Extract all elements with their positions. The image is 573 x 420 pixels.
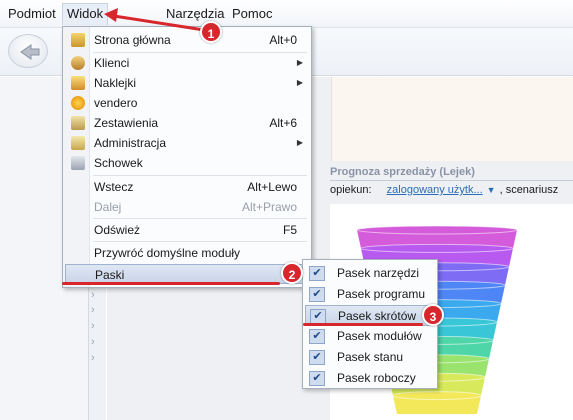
menu-item-zestawienia[interactable]: Zestawienia Alt+6 [65, 113, 309, 133]
menu-item-label: Zestawienia [94, 116, 159, 130]
menu-separator [93, 218, 307, 219]
menu-item-shortcut: F5 [282, 223, 297, 237]
back-arrow-icon[interactable] [8, 34, 48, 68]
menu-item-shortcut: Alt+Lewo [247, 180, 297, 194]
menu-item-label: Naklejki [94, 76, 137, 90]
filter-tail: , scenariusz [499, 184, 559, 196]
stickers-icon [71, 76, 85, 90]
chevron-down-icon[interactable]: ▼ [487, 185, 496, 195]
menu-item-naklejki[interactable]: Naklejki ▶ [65, 73, 309, 93]
menu-item-label: Schowek [94, 156, 143, 170]
menu-item-klienci[interactable]: Klienci ▶ [65, 53, 309, 73]
menu-item-label: vendero [94, 96, 138, 110]
checkmark-icon: ✔ [309, 350, 325, 365]
menu-separator [93, 241, 307, 242]
funnel-stage-rim [356, 225, 518, 235]
home-icon [71, 33, 85, 47]
menu-item-dalej[interactable]: Dalej Alt+Prawo [65, 197, 309, 217]
submenu-item-label: Pasek roboczy [337, 371, 416, 385]
top-panel [331, 77, 573, 161]
submenu-item-pasek-stanu[interactable]: ✔ Pasek stanu [305, 347, 435, 368]
owner-filter-link[interactable]: zalogowany użytk... [387, 184, 483, 196]
annotation-arrow [104, 8, 205, 32]
panel-title: Prognoza sprzedaży (Lejek) [330, 166, 475, 178]
vendero-icon [71, 96, 85, 110]
highlight-underline [62, 282, 280, 285]
reports-icon [71, 116, 85, 130]
submenu-item-pasek-roboczy[interactable]: ✔ Pasek roboczy [305, 368, 435, 389]
checkmark-icon: ✔ [309, 371, 325, 386]
menu-item-administracja[interactable]: Administracja ▶ [65, 133, 309, 153]
step-badge-3: 3 [422, 304, 444, 326]
menu-item-przywroc[interactable]: Przywróć domyślne moduły [65, 243, 309, 263]
checkmark-icon: ✔ [309, 266, 325, 281]
menu-item-label: Administracja [94, 136, 167, 150]
chevron-right-icon[interactable]: › [91, 290, 101, 301]
submenu-arrow-icon: ▶ [296, 78, 303, 87]
checkmark-icon: ✔ [309, 287, 325, 302]
submenu-arrow-icon: ▶ [296, 138, 303, 147]
menu-item-schowek[interactable]: Schowek [65, 153, 309, 173]
menu-item-shortcut: Alt+Prawo [241, 200, 297, 214]
chevron-right-icon[interactable]: › [91, 353, 101, 364]
menu-item-shortcut: Alt+0 [269, 33, 297, 47]
menu-item-odswiez[interactable]: Odśwież F5 [65, 220, 309, 240]
funnel-stage-rim [360, 243, 514, 253]
menu-pomoc[interactable]: Pomoc [228, 3, 276, 25]
menu-item-label: Odśwież [94, 223, 141, 237]
menu-item-label: Dalej [94, 200, 122, 214]
filter-row: opiekun: zalogowany użytk... ▼, scenarius… [330, 184, 558, 200]
menu-item-wstecz[interactable]: Wstecz Alt+Lewo [65, 177, 309, 197]
submenu-item-label: Pasek narzędzi [337, 266, 420, 280]
menu-item-vendero[interactable]: vendero [65, 93, 309, 113]
menu-item-paski[interactable]: Paski ▶ [65, 264, 309, 284]
submenu-arrow-icon: ▶ [296, 58, 303, 67]
menu-item-label: Wstecz [94, 180, 134, 194]
clipboard-icon [71, 156, 85, 170]
submenu-item-label: Pasek programu [337, 287, 426, 301]
submenu-item-pasek-modulow[interactable]: ✔ Pasek modułów [305, 326, 435, 347]
filter-label: opiekun: [330, 184, 372, 196]
checkmark-icon: ✔ [310, 309, 326, 324]
submenu-item-label: Pasek stanu [337, 350, 404, 364]
menu-item-label: Przywróć domyślne moduły [94, 246, 241, 260]
menu-item-label: Klienci [94, 56, 130, 70]
chevron-right-icon[interactable]: › [91, 305, 101, 316]
submenu-item-pasek-narzedzi[interactable]: ✔ Pasek narzędzi [305, 263, 435, 284]
checkmark-icon: ✔ [309, 329, 325, 344]
submenu-item-pasek-programu[interactable]: ✔ Pasek programu [305, 284, 435, 305]
chevron-right-icon[interactable]: › [91, 337, 101, 348]
view-menu: Strona główna Alt+0 Klienci ▶ Naklejki ▶… [62, 26, 312, 288]
panel-title-divider [330, 180, 573, 181]
step-badge-1: 1 [200, 21, 222, 43]
clients-icon [71, 56, 85, 70]
submenu-item-label: Pasek modułów [337, 329, 422, 343]
menu-podmiot[interactable]: Podmiot [4, 3, 60, 25]
chevron-right-icon[interactable]: › [91, 321, 101, 332]
step-badge-2: 2 [281, 262, 303, 284]
funnel-stage-rim [392, 391, 482, 401]
menu-bar: Podmiot Widok Narzędzia Pomoc [0, 0, 573, 28]
menu-separator [93, 175, 307, 176]
menu-item-shortcut: Alt+6 [269, 116, 297, 130]
highlight-underline [303, 323, 423, 326]
admin-icon [71, 136, 85, 150]
